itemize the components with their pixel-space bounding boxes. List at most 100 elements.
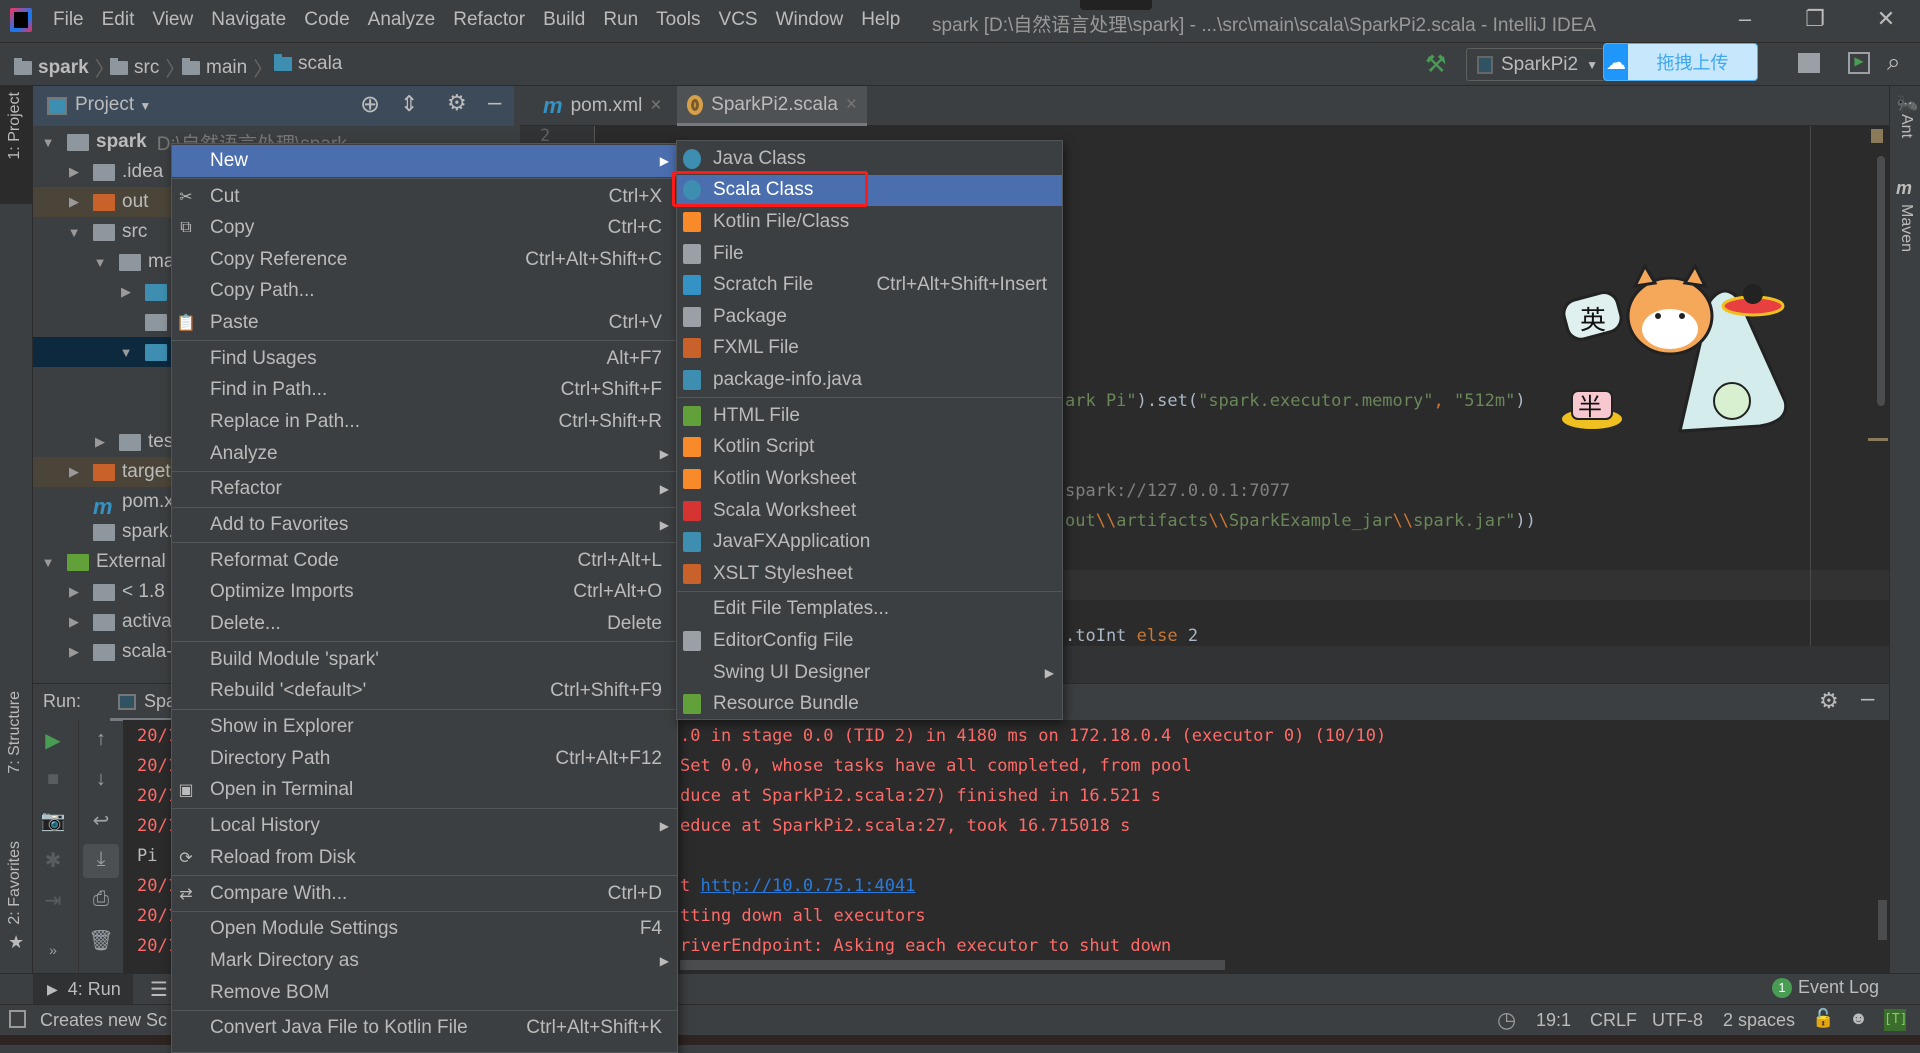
collapsed-arrow-icon[interactable]: ▶ — [67, 194, 81, 210]
menu-item-refactor[interactable]: Refactor ▶ — [172, 474, 677, 506]
console-vscrollbar[interactable] — [1878, 900, 1887, 940]
menu-item-convert-java-file-to-kotlin-file[interactable]: Convert Java File to Kotlin File Ctrl+Alt… — [172, 1013, 677, 1045]
expanded-arrow-icon[interactable]: ▼ — [93, 255, 107, 270]
spark-ui-link[interactable]: http://10.0.75.1:4041 — [700, 876, 915, 896]
menu-item-mark-directory-as[interactable]: Mark Directory as ▶ — [172, 945, 677, 977]
menu-item-compare-with[interactable]: ⇄ Compare With... Ctrl+D — [172, 878, 677, 910]
menu-item-reload-from-disk[interactable]: ⟳ Reload from Disk — [172, 842, 677, 874]
hide-panel-icon[interactable]: – — [488, 89, 501, 117]
tab-sparkpi2-scala[interactable]: SparkPi2.scala × — [677, 86, 867, 126]
menu-item-rebuild-default[interactable]: Rebuild '<default>' Ctrl+Shift+F9 — [172, 676, 677, 708]
translate-plugin-icon[interactable]: [T] — [1884, 1009, 1907, 1031]
collapsed-arrow-icon[interactable]: ▶ — [67, 584, 81, 600]
restore-button[interactable]: ❐ — [1795, 6, 1835, 32]
menu-item-scala-worksheet[interactable]: Scala Worksheet — [677, 495, 1062, 527]
menu-item-reformat-code[interactable]: Reformat Code Ctrl+Alt+L — [172, 545, 677, 577]
rerun-icon[interactable]: ▶ — [38, 728, 68, 753]
menu-item-replace-in-path[interactable]: Replace in Path... Ctrl+Shift+R — [172, 406, 677, 438]
search-icon[interactable]: ⌕ — [1887, 49, 1900, 77]
toggle-tool-windows-icon[interactable] — [9, 1010, 26, 1028]
menu-item-copy-path[interactable]: Copy Path... — [172, 276, 677, 308]
menu-item-html-file[interactable]: HTML File — [677, 400, 1062, 432]
hide-panel-icon[interactable]: – — [1861, 685, 1874, 713]
debug-icon[interactable]: ✱ — [38, 848, 68, 873]
memory-indicator-icon[interactable]: ◷ — [1497, 1007, 1516, 1033]
menu-item-optimize-imports[interactable]: Optimize Imports Ctrl+Alt+O — [172, 577, 677, 609]
close-tab-icon[interactable]: × — [846, 94, 857, 116]
login-icon[interactable]: ⇥ — [38, 888, 68, 913]
favorites-stripe-button[interactable]: 2: Favorites — [6, 841, 24, 925]
expanded-arrow-icon[interactable]: ▼ — [41, 135, 55, 150]
ant-stripe-button[interactable]: Ant — [1897, 114, 1915, 138]
menu-item-java-class[interactable]: Java Class — [677, 143, 1062, 175]
breadcrumb-scala[interactable]: scala — [274, 53, 342, 75]
file-encoding[interactable]: UTF-8 — [1652, 1010, 1703, 1031]
menu-item-edit-file-templates[interactable]: Edit File Templates... — [677, 594, 1062, 626]
locate-icon[interactable]: ⊕ — [360, 90, 380, 119]
more-icon[interactable]: » — [38, 942, 68, 958]
collapsed-arrow-icon[interactable]: ▶ — [119, 284, 133, 300]
trash-icon[interactable]: 🗑 — [86, 928, 116, 953]
menu-item-delete[interactable]: Delete... Delete — [172, 608, 677, 640]
run-tool-button[interactable]: ▶ 4: Run — [33, 974, 133, 1004]
close-tab-icon[interactable]: × — [650, 95, 661, 117]
menu-item-open-in-terminal[interactable]: ▣ Open in Terminal — [172, 775, 677, 807]
menu-item-javafxapplication[interactable]: JavaFXApplication — [677, 526, 1062, 558]
project-stripe-button[interactable]: 1: Project — [0, 86, 33, 204]
scroll-to-end-icon[interactable]: ⤓ — [83, 844, 119, 878]
project-view-select[interactable]: Project ▼ — [75, 94, 151, 116]
close-button[interactable]: ✕ — [1866, 6, 1906, 32]
arrow-up-icon[interactable]: ↑ — [86, 728, 116, 751]
editor-vscrollbar[interactable] — [1877, 156, 1885, 406]
project-structure-icon[interactable] — [1798, 53, 1820, 73]
menu-code[interactable]: Code — [295, 9, 358, 31]
menu-item-new[interactable]: New ▶ — [172, 145, 677, 177]
caret-position[interactable]: 19:1 — [1536, 1010, 1571, 1031]
event-log-button[interactable]: 1 Event Log — [1772, 977, 1879, 998]
menu-item-build-module-spark[interactable]: Build Module 'spark' — [172, 644, 677, 676]
camera-icon[interactable]: 📷 — [38, 808, 68, 833]
menu-item-file[interactable]: File — [677, 238, 1062, 270]
baidu-upload-button[interactable]: ☁ 拖拽上传 — [1603, 43, 1758, 81]
breadcrumb-spark[interactable]: spark 〉 — [14, 53, 115, 82]
menu-run[interactable]: Run — [594, 9, 647, 31]
menu-tools[interactable]: Tools — [647, 9, 709, 31]
collapsed-arrow-icon[interactable]: ▶ — [93, 434, 107, 450]
menu-item-analyze[interactable]: Analyze ▶ — [172, 438, 677, 470]
collapse-all-icon[interactable]: ⇕ — [400, 91, 418, 117]
menu-item-scratch-file[interactable]: Scratch File Ctrl+Alt+Shift+Insert — [677, 269, 1062, 301]
menu-analyze[interactable]: Analyze — [359, 9, 445, 31]
menu-edit[interactable]: Edit — [93, 9, 144, 31]
menu-item-show-in-explorer[interactable]: Show in Explorer — [172, 711, 677, 743]
gear-icon[interactable]: ⚙ — [1819, 688, 1839, 714]
inspector-icon[interactable]: ☻ — [1849, 1008, 1868, 1029]
menu-refactor[interactable]: Refactor — [444, 9, 534, 31]
menu-item-directory-path[interactable]: Directory Path Ctrl+Alt+F12 — [172, 743, 677, 775]
gear-icon[interactable]: ⚙ — [447, 90, 467, 116]
menu-build[interactable]: Build — [534, 9, 594, 31]
menu-window[interactable]: Window — [767, 9, 853, 31]
menu-item-remove-bom[interactable]: Remove BOM — [172, 977, 677, 1009]
expanded-arrow-icon[interactable]: ▼ — [67, 225, 81, 240]
breadcrumb-main[interactable]: main 〉 — [182, 53, 273, 82]
terminal-run-icon[interactable]: ▶ — [1848, 52, 1870, 74]
menu-item-find-usages[interactable]: Find Usages Alt+F7 — [172, 343, 677, 375]
tab-pom-xml[interactable]: m pom.xml × — [533, 86, 671, 126]
arrow-down-icon[interactable]: ↓ — [86, 768, 116, 791]
structure-stripe-button[interactable]: 7: Structure — [6, 691, 24, 774]
menu-item-kotlin-file-class[interactable]: Kotlin File/Class — [677, 206, 1062, 238]
minimize-button[interactable]: – — [1725, 6, 1765, 32]
menu-item-kotlin-worksheet[interactable]: Kotlin Worksheet — [677, 463, 1062, 495]
menu-navigate[interactable]: Navigate — [202, 9, 295, 31]
menu-item-package[interactable]: Package — [677, 301, 1062, 333]
collapsed-arrow-icon[interactable]: ▶ — [67, 644, 81, 660]
indent-setting[interactable]: 2 spaces — [1723, 1010, 1795, 1031]
expanded-arrow-icon[interactable]: ▼ — [119, 345, 133, 360]
soft-wrap-icon[interactable]: ↩ — [86, 808, 116, 833]
console-hscrollbar[interactable] — [680, 960, 1225, 970]
collapsed-arrow-icon[interactable]: ▶ — [67, 614, 81, 630]
menu-item-copy-reference[interactable]: Copy Reference Ctrl+Alt+Shift+C — [172, 244, 677, 276]
menu-item-fxml-file[interactable]: FXML File — [677, 333, 1062, 365]
menu-item-find-in-path[interactable]: Find in Path... Ctrl+Shift+F — [172, 375, 677, 407]
menu-view[interactable]: View — [143, 9, 202, 31]
